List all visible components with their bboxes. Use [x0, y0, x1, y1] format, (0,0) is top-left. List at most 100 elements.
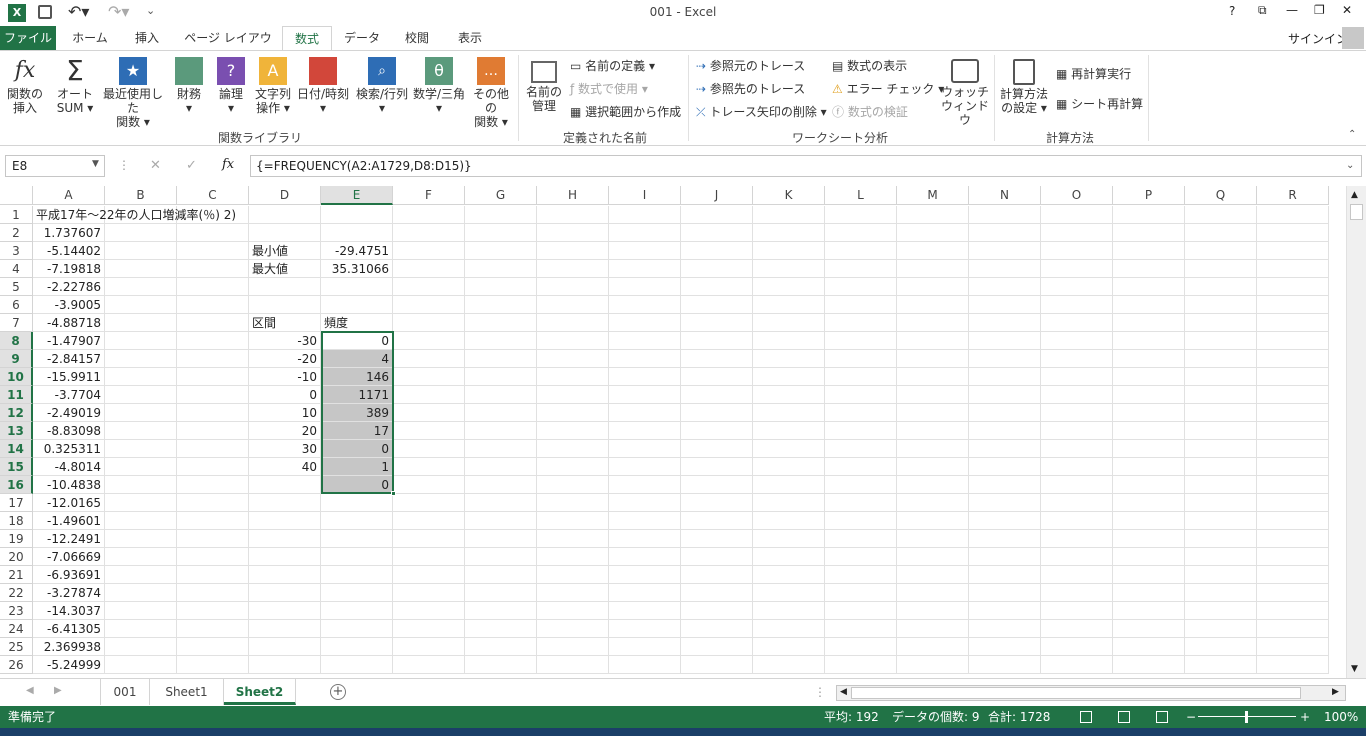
cell-l15[interactable] [825, 458, 897, 476]
cell-f9[interactable] [393, 350, 465, 368]
cell-j17[interactable] [681, 494, 753, 512]
column-header-r[interactable]: R [1257, 186, 1329, 205]
cell-f7[interactable] [393, 314, 465, 332]
cell-i10[interactable] [609, 368, 681, 386]
cell-f25[interactable] [393, 638, 465, 656]
cell-d10[interactable]: -10 [249, 368, 321, 386]
cell-p1[interactable] [1113, 206, 1185, 224]
autosum-button[interactable]: Σ オート SUM ▾ [52, 57, 98, 116]
collapse-ribbon-icon[interactable]: ⌃ [1348, 129, 1356, 140]
cell-l21[interactable] [825, 566, 897, 584]
cell-n15[interactable] [969, 458, 1041, 476]
sheet-tab-001[interactable]: 001 [100, 679, 150, 705]
cell-q22[interactable] [1185, 584, 1257, 602]
cell-d6[interactable] [249, 296, 321, 314]
cell-j15[interactable] [681, 458, 753, 476]
cell-d14[interactable]: 30 [249, 440, 321, 458]
cell-g19[interactable] [465, 530, 537, 548]
cell-n7[interactable] [969, 314, 1041, 332]
cell-r15[interactable] [1257, 458, 1329, 476]
cell-e17[interactable] [321, 494, 393, 512]
row-header-1[interactable]: 1 [0, 206, 33, 224]
normal-view-icon[interactable] [1080, 711, 1092, 723]
cell-g8[interactable] [465, 332, 537, 350]
cell-i13[interactable] [609, 422, 681, 440]
cell-h18[interactable] [537, 512, 609, 530]
cell-h11[interactable] [537, 386, 609, 404]
cell-d26[interactable] [249, 656, 321, 674]
cell-a18[interactable]: -1.49601 [33, 512, 105, 530]
new-sheet-button[interactable]: + [330, 684, 346, 700]
cell-g5[interactable] [465, 278, 537, 296]
cell-g4[interactable] [465, 260, 537, 278]
cell-h2[interactable] [537, 224, 609, 242]
cell-j16[interactable] [681, 476, 753, 494]
cell-l24[interactable] [825, 620, 897, 638]
cell-f3[interactable] [393, 242, 465, 260]
cell-p8[interactable] [1113, 332, 1185, 350]
cell-l2[interactable] [825, 224, 897, 242]
cell-d23[interactable] [249, 602, 321, 620]
row-header-10[interactable]: 10 [0, 368, 33, 386]
cell-a16[interactable]: -10.4838 [33, 476, 105, 494]
cell-i20[interactable] [609, 548, 681, 566]
cell-g16[interactable] [465, 476, 537, 494]
cell-p14[interactable] [1113, 440, 1185, 458]
cell-h15[interactable] [537, 458, 609, 476]
cell-b20[interactable] [105, 548, 177, 566]
sheet-tab-sheet2[interactable]: Sheet2 [224, 679, 296, 705]
zoom-out-button[interactable]: − [1186, 706, 1196, 728]
cell-o13[interactable] [1041, 422, 1113, 440]
cell-d19[interactable] [249, 530, 321, 548]
cell-h17[interactable] [537, 494, 609, 512]
column-header-p[interactable]: P [1113, 186, 1185, 205]
cell-e21[interactable] [321, 566, 393, 584]
cell-f21[interactable] [393, 566, 465, 584]
cell-e9[interactable]: 4 [321, 350, 393, 368]
cell-h13[interactable] [537, 422, 609, 440]
cell-m4[interactable] [897, 260, 969, 278]
cell-q16[interactable] [1185, 476, 1257, 494]
cell-e14[interactable]: 0 [321, 440, 393, 458]
cell-i19[interactable] [609, 530, 681, 548]
cell-c21[interactable] [177, 566, 249, 584]
cell-f10[interactable] [393, 368, 465, 386]
cell-k26[interactable] [753, 656, 825, 674]
row-header-14[interactable]: 14 [0, 440, 33, 458]
horizontal-scroll-thumb[interactable] [851, 687, 1301, 699]
cell-q21[interactable] [1185, 566, 1257, 584]
cell-g17[interactable] [465, 494, 537, 512]
cell-o25[interactable] [1041, 638, 1113, 656]
cell-f18[interactable] [393, 512, 465, 530]
cell-a17[interactable]: -12.0165 [33, 494, 105, 512]
trace-dependents-button[interactable]: ⇢ 参照先のトレース [696, 82, 805, 96]
cell-n20[interactable] [969, 548, 1041, 566]
cell-g14[interactable] [465, 440, 537, 458]
fill-handle[interactable] [391, 491, 396, 496]
column-header-l[interactable]: L [825, 186, 897, 205]
cell-p22[interactable] [1113, 584, 1185, 602]
cell-b26[interactable] [105, 656, 177, 674]
cell-j25[interactable] [681, 638, 753, 656]
cell-m11[interactable] [897, 386, 969, 404]
cell-d13[interactable]: 20 [249, 422, 321, 440]
cell-p2[interactable] [1113, 224, 1185, 242]
cell-e18[interactable] [321, 512, 393, 530]
cell-r21[interactable] [1257, 566, 1329, 584]
cell-b19[interactable] [105, 530, 177, 548]
cell-i26[interactable] [609, 656, 681, 674]
date-time-button[interactable]: 日付/時刻 ▾ [296, 57, 350, 115]
column-header-m[interactable]: M [897, 186, 969, 205]
cell-o24[interactable] [1041, 620, 1113, 638]
cell-b10[interactable] [105, 368, 177, 386]
cell-e8[interactable]: 0 [321, 332, 393, 350]
cell-k4[interactable] [753, 260, 825, 278]
cell-j10[interactable] [681, 368, 753, 386]
cell-l26[interactable] [825, 656, 897, 674]
cell-m13[interactable] [897, 422, 969, 440]
cell-m22[interactable] [897, 584, 969, 602]
cell-k23[interactable] [753, 602, 825, 620]
cell-n22[interactable] [969, 584, 1041, 602]
cell-m23[interactable] [897, 602, 969, 620]
zoom-in-button[interactable]: + [1300, 706, 1310, 728]
